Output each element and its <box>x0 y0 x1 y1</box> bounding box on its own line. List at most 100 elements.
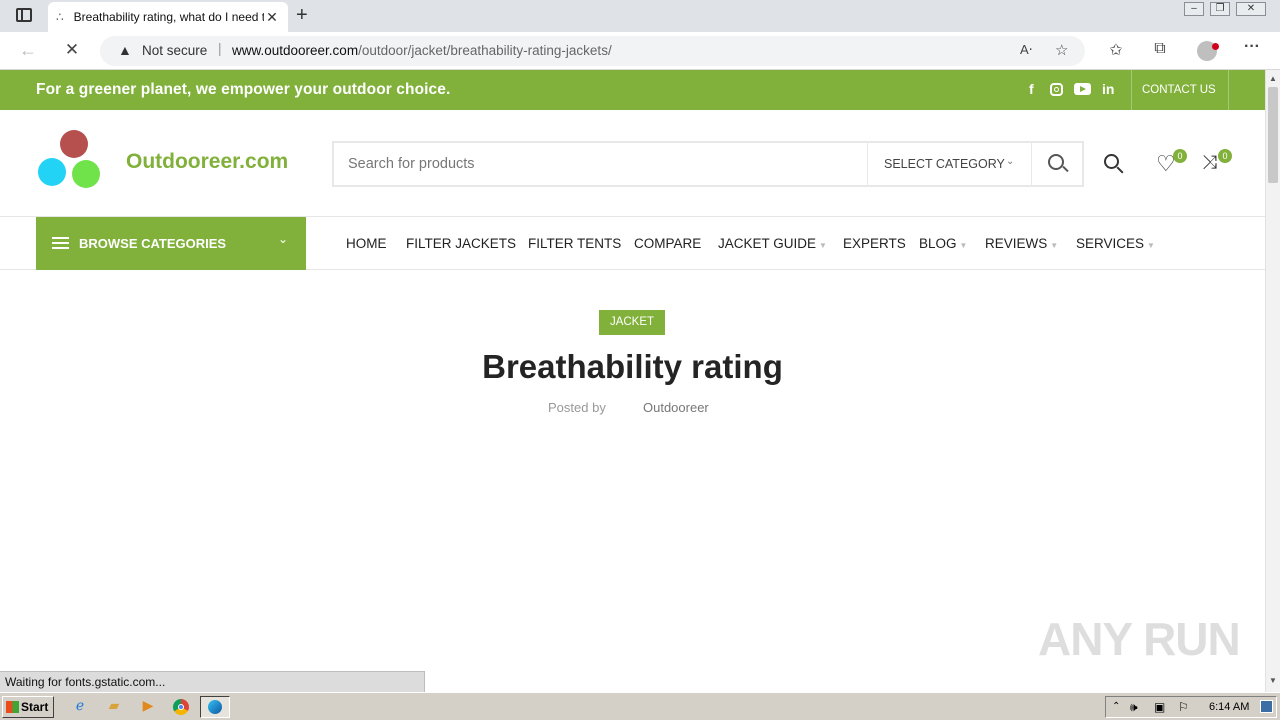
search-submit-button[interactable] <box>1031 143 1082 185</box>
network-icon[interactable]: ▣ <box>1154 700 1165 714</box>
article-title: Breathability rating <box>482 348 783 385</box>
category-select-label: SELECT CATEGORY <box>884 157 1005 171</box>
facebook-icon[interactable]: f <box>1029 81 1034 97</box>
warning-icon: ▲ <box>118 42 132 58</box>
page-scrollbar[interactable]: ▲ ▼ <box>1265 70 1280 692</box>
restore-icon[interactable]: ❐ <box>1210 2 1230 16</box>
tab-title: Breathability rating, what do I need to … <box>73 10 264 24</box>
ie-icon[interactable]: ℯ <box>69 697 91 717</box>
nav-item-reviews[interactable]: REVIEWS ▼ <box>985 236 1058 251</box>
youtube-icon[interactable] <box>1074 83 1091 95</box>
nav-item-filter-jackets[interactable]: FILTER JACKETS <box>406 236 516 251</box>
address-toolbar: ← ✕ ▲ Not secure | www.outdooreer.com/ou… <box>0 32 1280 70</box>
compare-icon[interactable]: ⤨ <box>1202 152 1217 174</box>
close-tab-icon[interactable]: ✕ <box>264 9 280 26</box>
tab-actions-icon[interactable] <box>16 8 32 22</box>
windows-logo-icon <box>6 701 19 713</box>
nav-item-blog[interactable]: BLOG ▼ <box>919 236 967 251</box>
author-link[interactable]: Outdooreer <box>643 400 709 415</box>
browse-categories-label: BROWSE CATEGORIES <box>79 236 227 251</box>
chevron-down-icon: ▼ <box>1050 241 1059 250</box>
instagram-icon[interactable] <box>1050 83 1063 96</box>
search-input[interactable]: Search for products <box>348 156 475 172</box>
windows-taskbar: Start ℯ ▰ ▶ ⌃ 🕪 ▣ ⚐ 6:14 AM <box>0 692 1280 720</box>
nav-label: EXPERTS <box>843 236 906 251</box>
nav-label: SERVICES <box>1076 236 1145 251</box>
browser-status-bar: Waiting for fonts.gstatic.com... <box>0 671 425 692</box>
scroll-up-icon[interactable]: ▲ <box>1269 74 1277 83</box>
system-tray: ⌃ 🕪 ▣ ⚐ 6:14 AM <box>1105 696 1277 718</box>
volume-icon[interactable]: 🕪 <box>1130 700 1138 715</box>
nav-label: FILTER JACKETS <box>406 236 517 251</box>
site-logo[interactable] <box>36 128 116 192</box>
address-bar[interactable]: ▲ Not secure | www.outdooreer.com/outdoo… <box>100 36 1085 66</box>
status-text: Waiting for fonts.gstatic.com... <box>5 675 166 689</box>
minimize-icon[interactable]: – <box>1184 2 1204 16</box>
explorer-folder-icon[interactable]: ▰ <box>103 697 125 717</box>
category-select[interactable]: SELECT CATEGORY ⌄ <box>867 143 1031 185</box>
logo-cyan-circle <box>38 158 66 186</box>
logo-text[interactable]: Outdooreer.com <box>126 150 288 174</box>
nav-item-experts[interactable]: EXPERTS <box>843 236 906 251</box>
header-search-icon[interactable] <box>1104 154 1126 176</box>
add-favorite-icon[interactable]: ☆ <box>1055 41 1068 59</box>
posted-by-label: Posted by <box>548 400 606 415</box>
chevron-down-icon: ⌄ <box>1006 156 1015 167</box>
security-label[interactable]: Not secure <box>142 43 207 58</box>
tagline: For a greener planet, we empower your ou… <box>36 81 451 98</box>
browse-categories-button[interactable]: BROWSE CATEGORIES ⌄ <box>36 217 306 270</box>
start-button[interactable]: Start <box>2 696 54 718</box>
nav-item-filter-tents[interactable]: FILTER TENTS <box>528 236 621 251</box>
read-aloud-icon[interactable]: A‧ <box>1020 42 1033 58</box>
new-tab-icon[interactable]: + <box>296 4 308 27</box>
favorites-icon[interactable]: ✩ <box>1104 40 1128 60</box>
scroll-down-icon[interactable]: ▼ <box>1269 676 1277 685</box>
browser-tab[interactable]: ∴ Breathability rating, what do I need t… <box>48 2 288 32</box>
compare-count-badge: 0 <box>1218 149 1232 163</box>
nav-label: FILTER TENTS <box>528 236 622 251</box>
nav-item-compare[interactable]: COMPARE <box>634 236 701 251</box>
show-desktop-icon[interactable] <box>1260 700 1273 713</box>
more-menu-icon[interactable]: ··· <box>1240 38 1264 56</box>
contact-us-link[interactable]: CONTACT US <box>1142 84 1216 96</box>
category-badge-label: JACKET <box>609 316 655 328</box>
nav-label: COMPARE <box>634 236 702 251</box>
hamburger-icon <box>52 237 69 249</box>
watermark: ANY RUN <box>1038 613 1241 665</box>
chevron-down-icon: ⌄ <box>278 232 289 246</box>
nav-item-services[interactable]: SERVICES ▼ <box>1076 236 1155 251</box>
loading-spinner-icon: ∴ <box>56 10 64 24</box>
chrome-icon[interactable] <box>170 697 192 717</box>
url-domain: www.outdooreer.com <box>232 43 359 58</box>
back-icon[interactable]: ← <box>16 40 40 61</box>
nav-label: HOME <box>346 236 387 251</box>
main-navigation: BROWSE CATEGORIES ⌄ HOME FILTER JACKETS … <box>0 216 1265 270</box>
nav-item-jacket-guide[interactable]: JACKET GUIDE ▼ <box>718 236 827 251</box>
linkedin-icon[interactable]: in <box>1102 81 1114 97</box>
chevron-down-icon: ▼ <box>819 241 827 250</box>
nav-label: REVIEWS <box>985 236 1048 251</box>
logo-red-circle <box>60 130 88 158</box>
start-label: Start <box>21 700 49 714</box>
stop-loading-icon[interactable]: ✕ <box>60 40 84 60</box>
site-header: Outdooreer.com Search for products SELEC… <box>0 110 1265 216</box>
chevron-down-icon: ▼ <box>1147 241 1155 250</box>
scrollbar-thumb[interactable] <box>1268 87 1278 183</box>
action-center-flag-icon[interactable]: ⚐ <box>1178 700 1189 714</box>
wishlist-count-badge: 0 <box>1173 149 1187 163</box>
nav-label: JACKET GUIDE <box>718 236 817 251</box>
edge-icon[interactable] <box>200 696 230 718</box>
logo-green-circle <box>72 160 100 188</box>
show-hidden-icons[interactable]: ⌃ <box>1112 701 1120 712</box>
media-player-icon[interactable]: ▶ <box>137 697 159 717</box>
topbar-divider <box>1228 70 1229 110</box>
clock[interactable]: 6:14 AM <box>1209 701 1249 713</box>
profile-avatar[interactable] <box>1197 41 1219 61</box>
nav-item-home[interactable]: HOME <box>346 236 387 251</box>
browser-tab-bar: ∴ Breathability rating, what do I need t… <box>0 0 1280 32</box>
close-window-icon[interactable]: ✕ <box>1236 2 1266 16</box>
search-form: Search for products SELECT CATEGORY ⌄ <box>332 141 1084 187</box>
search-icon <box>1048 154 1064 170</box>
collections-icon[interactable]: ⧉ <box>1148 40 1172 58</box>
category-badge[interactable]: JACKET <box>599 310 665 335</box>
